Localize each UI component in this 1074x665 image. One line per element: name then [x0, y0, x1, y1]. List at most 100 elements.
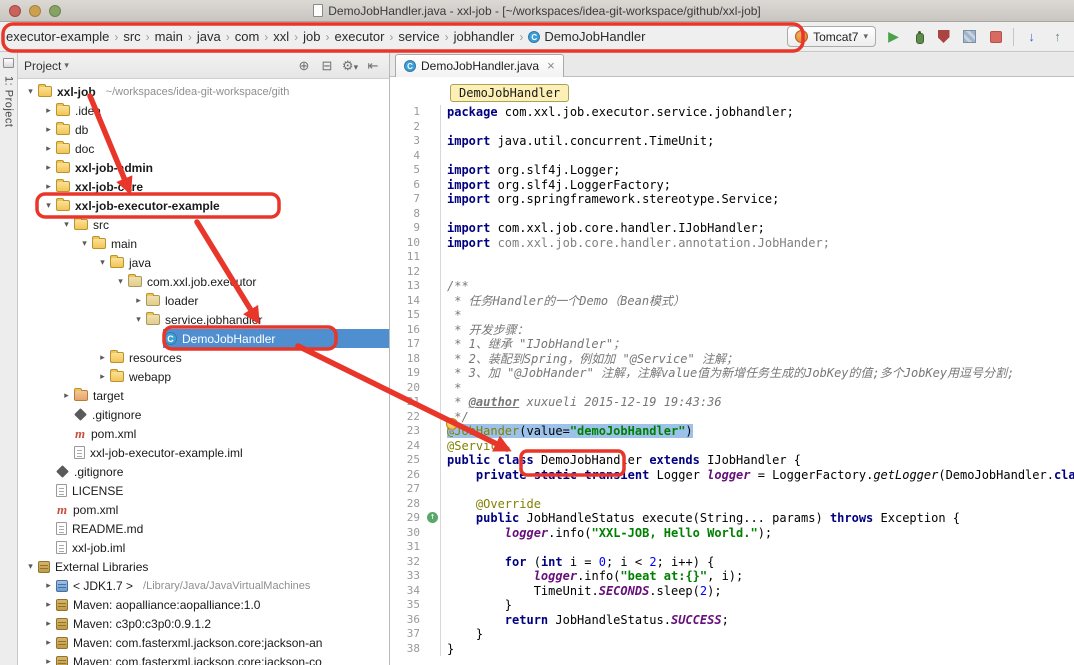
- tree-item-main[interactable]: ▾main: [18, 234, 389, 253]
- code-text[interactable]: @JobHander(value="demoJobHandler"): [441, 424, 693, 439]
- line-number[interactable]: 18: [390, 352, 426, 367]
- expand-arrow-icon[interactable]: ▸: [42, 580, 55, 591]
- code-text[interactable]: * 任务Handler的一个Demo（Bean模式）: [441, 294, 685, 309]
- code-text[interactable]: public class DemoJobHandler extends IJob…: [441, 453, 801, 468]
- line-number[interactable]: 35: [390, 598, 426, 613]
- code-text[interactable]: [441, 250, 447, 265]
- tree-item-pom-xml[interactable]: mpom.xml: [18, 424, 389, 443]
- tree-item-gitignore[interactable]: .gitignore: [18, 405, 389, 424]
- code-text[interactable]: import java.util.concurrent.TimeUnit;: [441, 134, 714, 149]
- breadcrumb-item-service[interactable]: service: [395, 28, 442, 45]
- breadcrumb-item-executor-example[interactable]: executor-example: [3, 28, 112, 45]
- expand-arrow-icon[interactable]: ▸: [96, 352, 109, 363]
- vcs-commit-button[interactable]: ↑: [1049, 28, 1066, 45]
- line-number[interactable]: 29: [390, 511, 426, 526]
- line-number[interactable]: 21: [390, 395, 426, 410]
- line-number[interactable]: 1: [390, 105, 426, 120]
- breadcrumb-item-xxl[interactable]: xxl: [270, 28, 292, 45]
- tree-item-maven-c3p0-c3p0-0-9-1-2[interactable]: ▸Maven: c3p0:c3p0:0.9.1.2: [18, 614, 389, 633]
- tree-item-src[interactable]: ▾src: [18, 215, 389, 234]
- code-text[interactable]: package com.xxl.job.executor.service.job…: [441, 105, 794, 120]
- close-tab-icon[interactable]: ×: [547, 61, 555, 71]
- breadcrumb-item-java[interactable]: java: [194, 28, 224, 45]
- override-method-icon[interactable]: ↑: [427, 512, 438, 523]
- code-text[interactable]: import org.slf4j.LoggerFactory;: [441, 178, 671, 193]
- tree-item-maven-aopalliance-aopalliance-1-0[interactable]: ▸Maven: aopalliance:aopalliance:1.0: [18, 595, 389, 614]
- tree-item-xxl-job-iml[interactable]: xxl-job.iml: [18, 538, 389, 557]
- line-number[interactable]: 19: [390, 366, 426, 381]
- line-number[interactable]: 8: [390, 207, 426, 222]
- tree-item-java[interactable]: ▾java: [18, 253, 389, 272]
- breadcrumb-item-demojobhandler[interactable]: CDemoJobHandler: [525, 28, 648, 45]
- line-number[interactable]: 28: [390, 497, 426, 512]
- line-number[interactable]: 30: [390, 526, 426, 541]
- expand-arrow-icon[interactable]: ▾: [96, 257, 109, 268]
- line-number[interactable]: 5: [390, 163, 426, 178]
- collapse-all-icon[interactable]: ⊟: [317, 58, 337, 74]
- stop-button[interactable]: [987, 28, 1004, 45]
- debug-button[interactable]: [911, 29, 926, 44]
- code-text[interactable]: public JobHandleStatus execute(String...…: [441, 511, 960, 526]
- code-text[interactable]: logger.info("XXL-JOB, Hello World.");: [441, 526, 772, 541]
- tree-item-webapp[interactable]: ▸webapp: [18, 367, 389, 386]
- tree-item-xxl-job-core[interactable]: ▸xxl-job-core: [18, 177, 389, 196]
- settings-gear-icon[interactable]: ⚙▾: [340, 58, 360, 74]
- tree-item-xxl-job[interactable]: ▾xxl-job~/workspaces/idea-git-workspace/…: [18, 82, 389, 101]
- line-number[interactable]: 14: [390, 294, 426, 309]
- line-number[interactable]: 7: [390, 192, 426, 207]
- expand-arrow-icon[interactable]: ▸: [42, 637, 55, 648]
- line-number[interactable]: 26: [390, 468, 426, 483]
- run-button[interactable]: ▶: [885, 28, 902, 45]
- line-number[interactable]: 10: [390, 236, 426, 251]
- tree-item-xxl-job-executor-example-iml[interactable]: xxl-job-executor-example.iml: [18, 443, 389, 462]
- expand-arrow-icon[interactable]: ▾: [78, 238, 91, 249]
- code-text[interactable]: @Service: [441, 439, 505, 454]
- code-text[interactable]: [441, 482, 447, 497]
- tree-item-loader[interactable]: ▸loader: [18, 291, 389, 310]
- code-text[interactable]: TimeUnit.SECONDS.sleep(2);: [441, 584, 722, 599]
- breadcrumb-item-main[interactable]: main: [152, 28, 186, 45]
- code-text[interactable]: import org.springframework.stereotype.Se…: [441, 192, 779, 207]
- line-number[interactable]: 3: [390, 134, 426, 149]
- breadcrumb-item-job[interactable]: job: [300, 28, 323, 45]
- tree-item-demojobhandler[interactable]: CDemoJobHandler: [18, 329, 389, 348]
- project-tool-window-button[interactable]: 1: Project: [3, 76, 15, 127]
- breadcrumb-tag[interactable]: DemoJobHandler: [450, 84, 569, 102]
- tree-item-maven-com-fasterxml-jackson-core-jackson-an[interactable]: ▸Maven: com.fasterxml.jackson.core:jacks…: [18, 633, 389, 652]
- breadcrumb-item-com[interactable]: com: [232, 28, 263, 45]
- tree-item-external-libraries[interactable]: ▾External Libraries: [18, 557, 389, 576]
- line-number[interactable]: 20: [390, 381, 426, 396]
- expand-arrow-icon[interactable]: ▾: [114, 276, 127, 287]
- expand-arrow-icon[interactable]: ▾: [132, 314, 145, 325]
- code-text[interactable]: * 开发步骤：: [441, 323, 529, 338]
- code-text[interactable]: [441, 149, 447, 164]
- code-text[interactable]: private static transient Logger logger =…: [441, 468, 1074, 483]
- code-area[interactable]: 1 package com.xxl.job.executor.service.jo…: [390, 105, 1074, 665]
- intention-bulb-icon[interactable]: [446, 418, 458, 430]
- code-text[interactable]: /**: [441, 279, 469, 294]
- code-text[interactable]: }: [441, 627, 483, 642]
- line-number[interactable]: 13: [390, 279, 426, 294]
- vcs-update-button[interactable]: ↓: [1023, 28, 1040, 45]
- tree-item-maven-com-fasterxml-jackson-core-jackson-co[interactable]: ▸Maven: com.fasterxml.jackson.core:jacks…: [18, 652, 389, 665]
- code-text[interactable]: import org.slf4j.Logger;: [441, 163, 620, 178]
- line-number[interactable]: 31: [390, 540, 426, 555]
- code-text[interactable]: [441, 207, 447, 222]
- line-number[interactable]: 24: [390, 439, 426, 454]
- code-text[interactable]: import com.xxl.job.core.handler.IJobHand…: [441, 221, 765, 236]
- expand-arrow-icon[interactable]: ▸: [42, 181, 55, 192]
- line-number[interactable]: 9: [390, 221, 426, 236]
- run-dashboard-button[interactable]: [961, 28, 978, 45]
- expand-arrow-icon[interactable]: ▸: [42, 143, 55, 154]
- line-number[interactable]: 17: [390, 337, 426, 352]
- code-text[interactable]: [441, 120, 447, 135]
- breadcrumb-item-src[interactable]: src: [120, 28, 143, 45]
- project-panel-title[interactable]: Project: [24, 59, 61, 73]
- line-number[interactable]: 34: [390, 584, 426, 599]
- code-text[interactable]: return JobHandleStatus.SUCCESS;: [441, 613, 729, 628]
- line-number[interactable]: 23: [390, 424, 426, 439]
- line-number[interactable]: 27: [390, 482, 426, 497]
- window-zoom-button[interactable]: [49, 5, 61, 17]
- editor-tab[interactable]: C DemoJobHandler.java ×: [395, 54, 564, 77]
- tree-item-service-jobhandler[interactable]: ▾service.jobhandler: [18, 310, 389, 329]
